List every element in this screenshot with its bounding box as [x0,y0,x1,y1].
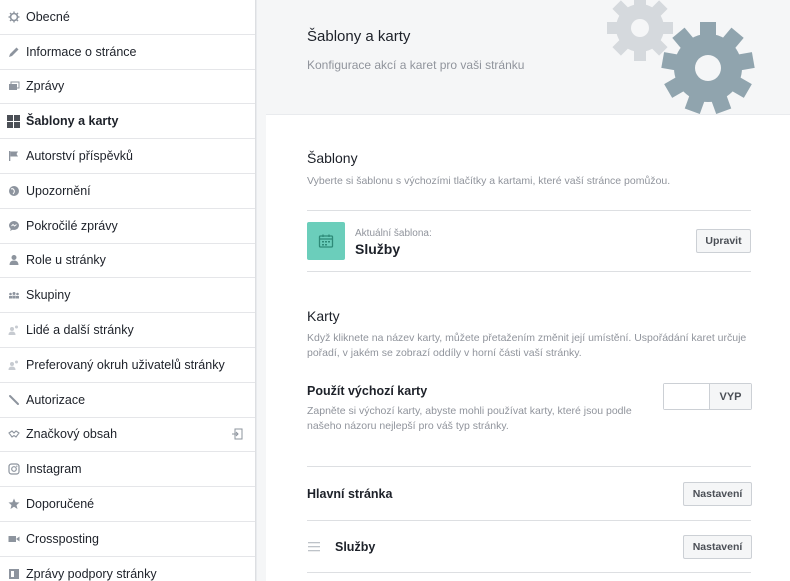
drag-handle-icon[interactable] [308,542,320,552]
sidebar-item-label: Zprávy [26,79,65,94]
sidebar-item-page-roles[interactable]: Role u stránky [0,244,255,279]
sidebar-item-label: Pokročilé zprávy [26,218,118,233]
gears-illustration [607,0,755,114]
sidebar-item-crossposting[interactable]: Crossposting [0,522,255,557]
default-tabs-toggle[interactable]: VYP [663,383,752,410]
tab-row-label[interactable]: Hlavní stránka [307,487,392,501]
page-subtitle: Konfigurace akcí a karet pro vaši stránk… [307,58,525,72]
sidebar-item-label: Doporučené [26,497,95,512]
tabs-section-title: Karty [307,308,340,324]
person-icon [7,254,20,267]
current-template-label: Aktuální šablona: [355,228,432,239]
sidebar-item-label: Zprávy podpory stránky [26,566,157,581]
divider [307,210,751,211]
sidebar-item-label: Skupiny [26,288,71,303]
toggle-on-segment[interactable] [664,384,710,409]
group-icon [7,289,20,302]
messages-icon [7,80,20,93]
default-tabs-description: Zapněte si výchozí karty, abyste mohli p… [307,405,632,432]
main-content: Šablony a karty Konfigurace akcí a karet… [266,0,790,581]
sidebar-item-label: Informace o stránce [26,44,137,59]
pencil-icon [7,45,20,58]
support-icon [7,567,20,580]
sidebar-item-label: Role u stránky [26,253,106,268]
divider [307,271,751,272]
people-icon [7,358,20,371]
sidebar-item-instagram[interactable]: Instagram [0,452,255,488]
sidebar-item-post-attribution[interactable]: Autorství příspěvků [0,139,255,174]
sidebar-item-label: Lidé a další stránky [26,323,134,338]
sidebar-item-page-info[interactable]: Informace o stránce [0,35,255,70]
grid-icon [7,114,20,128]
page-title: Šablony a karty [307,28,411,45]
default-tabs-title: Použít výchozí karty [307,384,428,398]
current-template-name: Služby [355,241,401,257]
instagram-icon [7,463,20,476]
page-header: Šablony a karty Konfigurace akcí a karet… [266,0,790,115]
tab-home-settings-button[interactable]: Nastavení [683,482,752,506]
sidebar-item-label: Autorizace [26,392,86,407]
settings-sidebar: Obecné Informace o stránce Zprávy Šablon… [0,0,256,581]
sidebar-item-general[interactable]: Obecné [0,0,255,35]
sidebar-item-advanced-messaging[interactable]: Pokročilé zprávy [0,209,255,244]
toggle-off-segment[interactable]: VYP [710,384,751,409]
star-icon [7,498,20,511]
chat-bubble-icon [7,219,20,232]
sidebar-item-label: Obecné [26,9,70,24]
flag-icon [7,150,20,163]
sidebar-item-label: Preferovaný okruh uživatelů stránky [26,357,225,372]
edit-template-button[interactable]: Upravit [696,229,751,253]
sidebar-item-notifications[interactable]: Upozornění [0,174,255,209]
sidebar-item-people-other-pages[interactable]: Lidé a další stránky [0,313,255,348]
templates-section-description: Vyberte si šablonu s výchozími tlačítky … [307,175,671,187]
sidebar-item-messages[interactable]: Zprávy [0,70,255,105]
sidebar-item-authorizations[interactable]: Autorizace [0,383,255,418]
tab-services-settings-button[interactable]: Nastavení [683,535,752,559]
globe-icon [7,184,20,197]
tab-row-label[interactable]: Služby [335,540,375,554]
templates-section-title: Šablony [307,150,358,166]
wrench-icon [7,393,20,406]
template-services-icon [307,222,345,260]
tabs-section-description: Když kliknete na název karty, můžete pře… [307,332,747,359]
sidebar-item-label: Upozornění [26,183,91,198]
sidebar-item-label: Crossposting [26,531,99,546]
handshake-icon [7,428,20,441]
sidebar-item-label: Šablony a karty [26,114,119,129]
gear-icon [7,10,20,23]
divider [307,520,751,521]
sidebar-item-label: Instagram [26,462,82,477]
sidebar-item-groups[interactable]: Skupiny [0,278,255,314]
sidebar-item-templates-tabs[interactable]: Šablony a karty [0,104,255,140]
external-link-icon[interactable] [231,428,243,440]
divider [307,572,751,573]
sidebar-item-label: Značkový obsah [26,427,118,442]
sidebar-item-recommendations[interactable]: Doporučené [0,487,255,522]
people-icon [7,324,20,337]
sidebar-item-branded-content[interactable]: Značkový obsah [0,418,255,453]
video-icon [7,532,20,545]
content-gutter [257,0,266,581]
divider [307,466,751,467]
sidebar-item-preferred-audience[interactable]: Preferovaný okruh uživatelů stránky [0,348,255,383]
sidebar-item-label: Autorství příspěvků [26,149,133,164]
sidebar-item-page-support-inbox[interactable]: Zprávy podpory stránky [0,557,255,581]
